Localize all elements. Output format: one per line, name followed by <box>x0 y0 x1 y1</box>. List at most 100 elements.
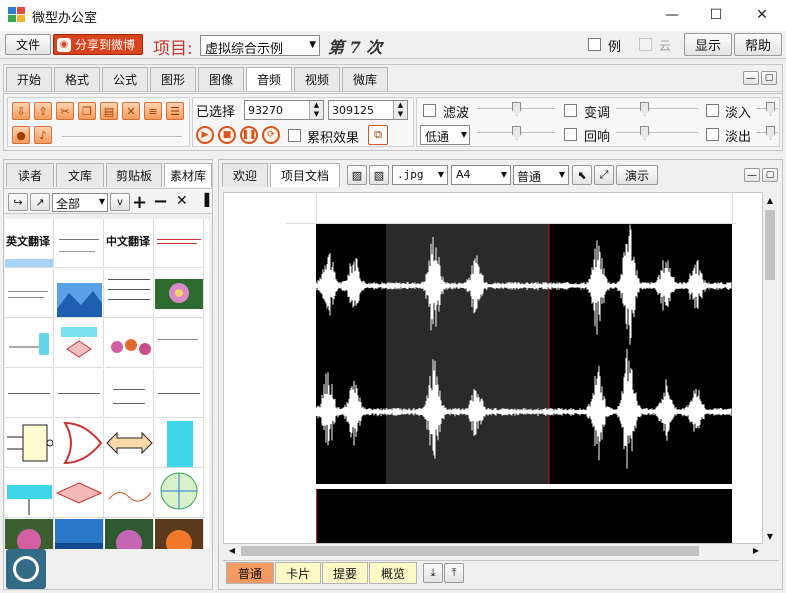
example-checkbox[interactable] <box>588 38 601 51</box>
thumbnail-formula-3[interactable] <box>105 369 154 418</box>
thumbnail-text-2[interactable] <box>155 219 204 268</box>
spin-arrows-icon[interactable]: ▲ ▼ <box>393 101 407 119</box>
paper-select[interactable]: A4 ▼ <box>451 165 511 185</box>
thumbnail-flower-3[interactable] <box>155 519 204 549</box>
mode-select[interactable]: 普通 ▼ <box>513 165 569 185</box>
scroll-right-icon[interactable]: ▶ <box>749 544 763 558</box>
tab-audio[interactable]: 音频 <box>246 67 292 91</box>
format-select[interactable]: .jpg ▼ <box>392 165 448 185</box>
scroll-up-icon[interactable]: ▲ <box>763 194 777 208</box>
cloud-checkbox[interactable] <box>639 38 652 51</box>
accumulate-checkbox[interactable] <box>288 129 301 142</box>
minimize-button[interactable]: — <box>652 0 692 30</box>
copy-icon[interactable]: ❐ <box>78 102 96 120</box>
close-icon[interactable]: ✕ <box>176 193 188 209</box>
scroll-end-icon[interactable]: ▐ <box>200 193 209 207</box>
echo-slider-track[interactable] <box>616 132 698 134</box>
close-button[interactable]: ✕ <box>742 0 782 30</box>
tab-clipboard[interactable]: 剪贴板 <box>106 163 162 187</box>
display-button[interactable]: 显示 <box>684 33 732 56</box>
loop-icon[interactable]: ⟳ <box>262 126 280 144</box>
tab-microlib[interactable]: 微库 <box>342 67 388 91</box>
vertical-scrollbar[interactable]: ▲ ▼ <box>763 194 777 544</box>
selection-end-input[interactable]: 309125 ▲ ▼ <box>328 100 408 120</box>
thumbnail-cylinder[interactable] <box>155 419 204 468</box>
download-icon[interactable]: ⤓ <box>423 563 443 583</box>
thumbnail-mountains[interactable] <box>55 269 104 318</box>
play-icon[interactable]: ▶ <box>196 126 214 144</box>
thumbnail-formula-1[interactable] <box>5 369 54 418</box>
pause-icon[interactable]: ❚❚ <box>240 126 258 144</box>
category-select[interactable]: 全部 ▼ <box>52 193 108 212</box>
doc-restore-button[interactable]: ▢ <box>762 168 778 182</box>
pitch-checkbox[interactable] <box>564 104 577 117</box>
view-normal[interactable]: 普通 <box>226 562 274 584</box>
export-image-icon[interactable]: ▧ <box>369 165 389 185</box>
file-menu-button[interactable]: 文件 <box>5 34 51 55</box>
thumbnail-doc-2[interactable] <box>105 269 154 318</box>
thumbnail-text-3[interactable] <box>155 319 204 368</box>
present-button[interactable]: 演示 <box>616 165 658 185</box>
thumbnail-diagram-1[interactable] <box>5 319 54 368</box>
view-summary[interactable]: 提要 <box>322 562 368 584</box>
scroll-thumb-v[interactable] <box>765 210 775 280</box>
pitch-slider-track[interactable] <box>616 108 698 110</box>
paste-icon[interactable]: ▤ <box>100 102 118 120</box>
tab-library[interactable]: 文库 <box>56 163 104 187</box>
add-icon[interactable]: + <box>132 192 147 213</box>
upload-icon[interactable]: ⤒ <box>444 563 464 583</box>
thumbnail-doc-1[interactable] <box>5 269 54 318</box>
share-weibo-button[interactable]: ◉ 分享到微博 <box>53 34 143 55</box>
audio-waveform[interactable] <box>316 224 732 484</box>
thumbnail-lotus[interactable] <box>155 269 204 318</box>
thumbnail-blue-sea[interactable] <box>55 519 104 549</box>
thumbnail-curve[interactable] <box>105 469 154 518</box>
fadein-checkbox[interactable] <box>706 104 719 117</box>
thumbnail-flowers-collage[interactable] <box>105 319 154 368</box>
filter-checkbox[interactable] <box>423 104 436 117</box>
thumbnail-formula-2[interactable] <box>55 369 104 418</box>
thumbnail-double-arrow[interactable] <box>105 419 154 468</box>
tab-welcome[interactable]: 欢迎 <box>222 163 268 187</box>
selection-start-input[interactable]: 93270 ▲ ▼ <box>244 100 324 120</box>
thumbnail-diamond[interactable] <box>55 469 104 518</box>
thumbnail-or-gate[interactable] <box>55 419 104 468</box>
stop-icon[interactable]: ■ <box>218 126 236 144</box>
thumbnail-english-translation[interactable]: 英文翻译 <box>5 219 54 268</box>
help-button[interactable]: 帮助 <box>734 33 782 56</box>
thumbnail-flow-box[interactable] <box>5 469 54 518</box>
tab-project-doc[interactable]: 项目文档 <box>270 163 340 187</box>
music-icon[interactable]: ♪ <box>34 126 52 144</box>
sub-filter-dropdown[interactable]: v <box>110 193 130 211</box>
thumbnail-flow-1[interactable] <box>55 319 104 368</box>
document-canvas[interactable] <box>223 192 763 544</box>
thumbnail-chinese-translation[interactable]: 中文翻译 <box>105 219 154 268</box>
maximize-button[interactable]: ☐ <box>696 0 736 30</box>
thumbnail-flower-2[interactable] <box>105 519 154 549</box>
thumbnail-flower-1[interactable] <box>5 519 54 549</box>
thumbnail-globe[interactable] <box>155 469 204 518</box>
view-card[interactable]: 卡片 <box>275 562 321 584</box>
filter-type-select[interactable]: 低通 ▼ <box>420 125 470 145</box>
cut-icon[interactable]: ✂ <box>56 102 74 120</box>
tab-format[interactable]: 格式 <box>54 67 100 91</box>
scroll-left-icon[interactable]: ◀ <box>225 544 239 558</box>
thumbnail-logic-gate[interactable] <box>5 419 54 468</box>
volume-track[interactable] <box>62 136 182 138</box>
thumbnail-text-1[interactable] <box>55 219 104 268</box>
view-overview[interactable]: 概览 <box>369 562 417 584</box>
ribbon-collapse-button[interactable]: — <box>743 71 759 85</box>
remove-icon[interactable]: − <box>153 191 168 212</box>
echo-checkbox[interactable] <box>564 128 577 141</box>
tab-formula[interactable]: 公式 <box>102 67 148 91</box>
microphone-icon[interactable]: ● <box>12 126 30 144</box>
fit-icon[interactable]: ⤢ <box>594 165 614 185</box>
import-icon[interactable]: ⇩ <box>12 102 30 120</box>
spin-arrows-icon[interactable]: ▲ ▼ <box>309 101 323 119</box>
apply-effect-icon[interactable]: ⧉ <box>368 125 388 145</box>
tab-start[interactable]: 开始 <box>6 67 52 91</box>
export-material-icon[interactable]: ↗ <box>30 193 50 211</box>
delete-icon[interactable]: ✕ <box>122 102 140 120</box>
split-icon[interactable]: ☰ <box>166 102 184 120</box>
fadeout-checkbox[interactable] <box>706 128 719 141</box>
